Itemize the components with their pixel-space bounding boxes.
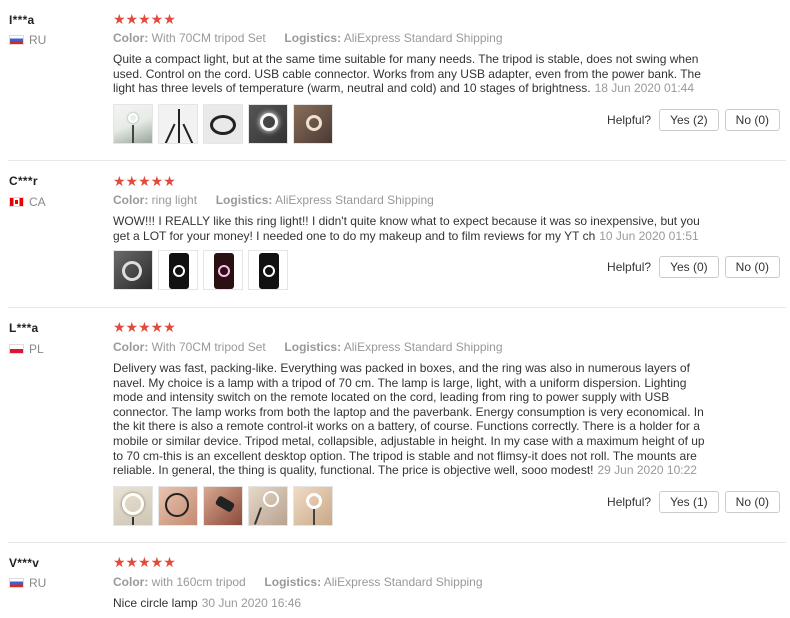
review-photos	[113, 104, 333, 144]
country-code: RU	[29, 576, 47, 590]
review-meta: Color: with 160cm tripod Logistics: AliE…	[113, 575, 483, 589]
review-date: 18 Jun 2020 01:44	[594, 81, 695, 96]
reviewer-name: I***a	[9, 13, 35, 27]
logistics-value: AliExpress Standard Shipping	[323, 575, 483, 589]
helpful-label: Helpful?	[607, 495, 652, 509]
reviewer-country: PL	[9, 342, 44, 356]
color-label: Color:	[113, 31, 149, 45]
vote-no-button[interactable]: No (0)	[724, 491, 780, 513]
review-date: 29 Jun 2020 10:22	[597, 463, 697, 478]
review-photo[interactable]	[113, 486, 153, 526]
logistics-value: AliExpress Standard Shipping	[343, 340, 503, 354]
review-text: Delivery was fast, packing-like. Everyth…	[113, 361, 705, 478]
reviewer-name: V***v	[9, 556, 40, 570]
helpful-vote-group: Helpful? Yes (2) No (0)	[607, 109, 780, 131]
review-photo[interactable]	[203, 104, 243, 144]
reviewer-country: RU	[9, 33, 46, 47]
review-photos	[113, 486, 333, 526]
review-date: 30 Jun 2020 16:46	[201, 596, 302, 610]
helpful-label: Helpful?	[607, 113, 652, 127]
vote-yes-button[interactable]: Yes (2)	[659, 109, 719, 131]
star-rating: ★★★★★	[113, 554, 176, 570]
color-label: Color:	[113, 575, 149, 589]
color-label: Color:	[113, 340, 149, 354]
review-2: C***r CA ★★★★★ Color: ring light Logisti…	[0, 161, 790, 307]
review-3: L***a PL ★★★★★ Color: With 70CM tripod S…	[0, 308, 790, 542]
color-value: with 160cm tripod	[151, 575, 246, 589]
reviewer-name: L***a	[9, 321, 39, 335]
review-photo[interactable]	[113, 104, 153, 144]
review-4: V***v RU ★★★★★ Color: with 160cm tripod …	[0, 543, 790, 618]
review-text-block: Nice circle lamp 30 Jun 2020 16:46	[113, 596, 713, 611]
star-rating: ★★★★★	[113, 11, 176, 27]
logistics-label: Logistics:	[264, 575, 322, 589]
country-code: CA	[29, 195, 46, 209]
reviewer-name: C***r	[9, 174, 38, 188]
country-code: RU	[29, 33, 47, 47]
star-rating: ★★★★★	[113, 173, 176, 189]
helpful-label: Helpful?	[607, 260, 652, 274]
star-rating: ★★★★★	[113, 319, 176, 335]
review-photo[interactable]	[158, 250, 198, 290]
logistics-value: AliExpress Standard Shipping	[275, 193, 434, 207]
review-photo[interactable]	[113, 250, 153, 290]
helpful-vote-group: Helpful? Yes (1) No (0)	[607, 491, 780, 513]
review-photo[interactable]	[158, 486, 198, 526]
review-photo[interactable]	[158, 104, 198, 144]
review-photo[interactable]	[203, 486, 243, 526]
review-photos	[113, 250, 288, 290]
vote-no-button[interactable]: No (0)	[724, 109, 780, 131]
flag-ru-icon	[9, 35, 24, 45]
review-photo[interactable]	[203, 250, 243, 290]
logistics-label: Logistics:	[284, 340, 342, 354]
color-value: With 70CM tripod Set	[151, 340, 266, 354]
flag-ca-icon	[9, 197, 24, 207]
color-value: With 70CM tripod Set	[151, 31, 266, 45]
country-code: PL	[29, 342, 44, 356]
review-meta: Color: With 70CM tripod Set Logistics: A…	[113, 340, 503, 354]
flag-ru-icon	[9, 578, 24, 588]
review-photo[interactable]	[293, 104, 333, 144]
review-1: I***a RU ★★★★★ Color: With 70CM tripod S…	[0, 0, 790, 160]
color-value: ring light	[151, 193, 198, 207]
review-photo[interactable]	[248, 250, 288, 290]
vote-yes-button[interactable]: Yes (1)	[659, 491, 719, 513]
review-text: Nice circle lamp	[113, 596, 198, 610]
vote-yes-button[interactable]: Yes (0)	[659, 256, 719, 278]
logistics-label: Logistics:	[215, 193, 273, 207]
vote-no-button[interactable]: No (0)	[724, 256, 780, 278]
review-text-block: Delivery was fast, packing-like. Everyth…	[113, 361, 709, 478]
flag-pl-icon	[9, 344, 24, 354]
review-photo[interactable]	[293, 486, 333, 526]
logistics-label: Logistics:	[284, 31, 342, 45]
review-meta: Color: With 70CM tripod Set Logistics: A…	[113, 31, 503, 45]
color-label: Color:	[113, 193, 149, 207]
helpful-vote-group: Helpful? Yes (0) No (0)	[607, 256, 780, 278]
review-date: 10 Jun 2020 01:51	[599, 228, 699, 243]
review-photo[interactable]	[248, 104, 288, 144]
reviewer-country: CA	[9, 195, 46, 209]
reviewer-country: RU	[9, 576, 46, 590]
review-photo[interactable]	[248, 486, 288, 526]
logistics-value: AliExpress Standard Shipping	[343, 31, 503, 45]
review-text-block: Quite a compact light, but at the same t…	[113, 52, 713, 96]
review-meta: Color: ring light Logistics: AliExpress …	[113, 193, 434, 207]
review-text-block: WOW!!! I REALLY like this ring light!! I…	[113, 214, 713, 243]
